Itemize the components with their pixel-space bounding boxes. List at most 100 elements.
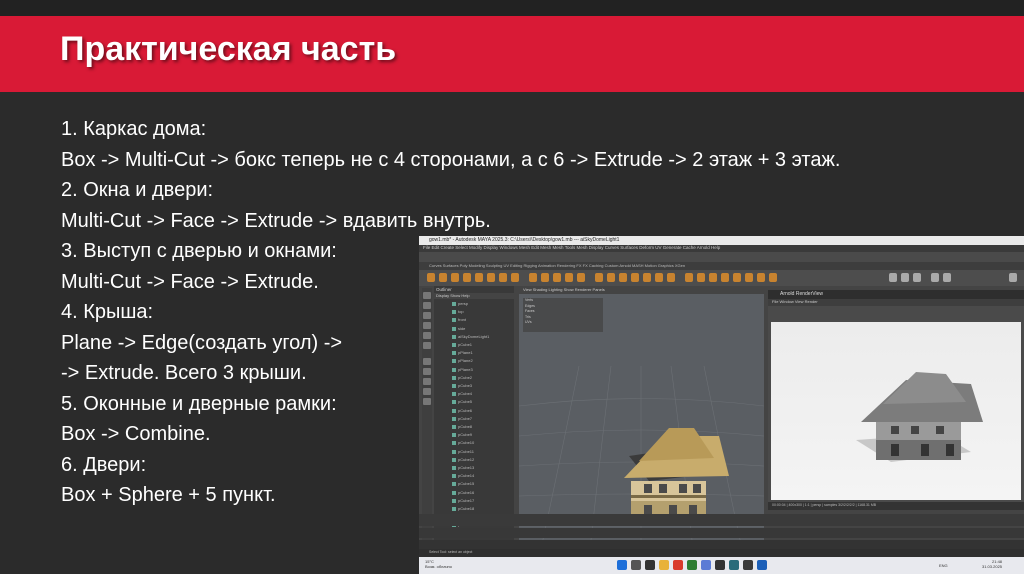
- outliner-item-label: pCube2: [458, 374, 473, 380]
- outliner-item[interactable]: pCube6: [452, 408, 472, 413]
- search-icon[interactable]: [631, 560, 641, 570]
- outliner-item-label: front: [458, 317, 467, 323]
- shelf-icon: [607, 273, 615, 282]
- top-strip: [0, 0, 1024, 16]
- outliner-item-label: pPlane1: [458, 350, 473, 356]
- shelf-icon: [565, 273, 573, 282]
- paint-tool-icon: [423, 312, 431, 319]
- outliner-item[interactable]: pCube8: [452, 424, 472, 429]
- outliner-item[interactable]: pPlane1: [452, 350, 473, 355]
- maya-title-bar: gow1.mb* - Autodesk MAYA 2025.3: C:\User…: [419, 236, 1024, 245]
- outliner-item-label: pCube15: [458, 481, 475, 487]
- shelf-icon: [541, 273, 549, 282]
- outliner-item[interactable]: pCube14: [452, 473, 474, 478]
- layout-icon: [423, 388, 431, 395]
- outliner-item[interactable]: pCube5: [452, 399, 472, 404]
- app-icon[interactable]: [743, 560, 753, 570]
- outliner-item-label: pCube18: [458, 506, 475, 511]
- app-icon[interactable]: [701, 560, 711, 570]
- shelf-icon: [769, 273, 777, 282]
- app-icon[interactable]: [687, 560, 697, 570]
- shelf-tab-labels: Curves Surfaces Poly Modeling Sculpting …: [429, 263, 686, 268]
- outliner-item-label: pPlane2: [458, 358, 473, 364]
- app-icon[interactable]: [757, 560, 767, 570]
- outliner-item-label: pCube1: [458, 342, 473, 347]
- outliner-item[interactable]: pCube15: [452, 481, 474, 486]
- step-line: 2. Окна и двери:: [61, 179, 214, 201]
- outliner-item[interactable]: pCube16: [452, 490, 474, 495]
- outliner-item-label: pCube5: [458, 399, 473, 405]
- mesh-icon: [452, 433, 456, 438]
- outliner-item[interactable]: pCube9: [452, 432, 472, 437]
- outliner-item[interactable]: pCube18: [452, 506, 474, 511]
- mesh-icon: [452, 441, 456, 446]
- rendered-house: [856, 372, 983, 462]
- outliner-menu-label: Display Show Help: [436, 293, 470, 298]
- clock[interactable]: 21:48 31.03.2025: [982, 559, 1002, 569]
- outliner-item-label: pCube8: [458, 424, 473, 429]
- shelf-icon: [931, 273, 939, 282]
- browser-icon[interactable]: [673, 560, 683, 570]
- outliner-item[interactable]: pCube10: [452, 440, 474, 445]
- outliner-item-label: pCube17: [458, 497, 475, 503]
- outliner-item[interactable]: aiSkyDomeLight1: [452, 334, 489, 339]
- stat-label: UVs: [525, 320, 532, 324]
- help-text: Select Tool: select an object: [429, 550, 473, 554]
- task-view-icon[interactable]: [645, 560, 655, 570]
- shelf-icon: [553, 273, 561, 282]
- outliner-item-label: pCube6: [458, 407, 473, 413]
- outliner-item[interactable]: pCube3: [452, 383, 472, 388]
- shelf-icon: [709, 273, 717, 282]
- weather-widget[interactable]: 15°C Возм. облачно: [425, 559, 452, 569]
- command-line[interactable]: [419, 540, 1024, 549]
- mesh-icon: [452, 392, 456, 397]
- shelf-icon: [643, 273, 651, 282]
- maya-menu-bar: File Edit Create Select Modify Display W…: [419, 245, 1024, 252]
- outliner-item[interactable]: pCube4: [452, 391, 472, 396]
- mesh-icon: [452, 367, 456, 372]
- mesh-icon: [452, 449, 456, 454]
- outliner-item[interactable]: pPlane2: [452, 358, 473, 363]
- render-view-window[interactable]: Arnold RenderView File Window View Rende…: [768, 290, 1024, 510]
- maya-shelf: [419, 270, 1024, 286]
- app-icon[interactable]: [715, 560, 725, 570]
- outliner-item[interactable]: side: [452, 326, 465, 331]
- step-line: Multi-Cut -> Face -> Extrude -> вдавить …: [61, 209, 491, 232]
- maya-icon[interactable]: [729, 560, 739, 570]
- viewport-stats: Verts Edges Faces Tris UVs: [523, 298, 603, 332]
- file-explorer-icon[interactable]: [659, 560, 669, 570]
- outliner-item[interactable]: front: [452, 317, 466, 322]
- mesh-icon: [452, 310, 456, 315]
- mesh-icon: [452, 375, 456, 380]
- shelf-icon: [487, 273, 495, 282]
- outliner-item[interactable]: persp: [452, 301, 468, 306]
- viewport-menu-label: View Shading Lighting Show Renderer Pane…: [523, 287, 605, 292]
- layout-icon: [423, 358, 431, 365]
- outliner-item[interactable]: top: [452, 309, 464, 314]
- outliner-item-label: persp: [458, 301, 469, 306]
- outliner-item[interactable]: pCube11: [452, 449, 474, 454]
- range-slider[interactable]: [419, 528, 1024, 538]
- maya-window-title: gow1.mb* - Autodesk MAYA 2025.3: C:\User…: [429, 237, 620, 243]
- outliner-item[interactable]: pCube7: [452, 416, 472, 421]
- shelf-icon: [733, 273, 741, 282]
- outliner-item[interactable]: pCube17: [452, 498, 474, 503]
- weather-desc: Возм. облачно: [425, 564, 452, 569]
- outliner-item-label: pCube9: [458, 432, 473, 438]
- shelf-icon: [577, 273, 585, 282]
- time-slider[interactable]: [419, 514, 1024, 526]
- start-icon[interactable]: [617, 560, 627, 570]
- mesh-icon: [452, 408, 456, 413]
- maya-menu-items: File Edit Create Select Modify Display W…: [423, 245, 721, 250]
- shelf-icon: [1009, 273, 1017, 282]
- outliner-item[interactable]: pPlane3: [452, 367, 473, 372]
- outliner-item-label: pCube7: [458, 415, 473, 421]
- outliner-item[interactable]: pCube1: [452, 342, 472, 347]
- language-indicator[interactable]: ENG: [939, 563, 948, 568]
- outliner-item[interactable]: pCube12: [452, 457, 474, 462]
- mesh-icon: [452, 334, 456, 339]
- outliner-item[interactable]: pCube13: [452, 465, 474, 470]
- outliner-item-label: side: [458, 325, 466, 331]
- mesh-icon: [452, 498, 456, 503]
- outliner-item[interactable]: pCube2: [452, 375, 472, 380]
